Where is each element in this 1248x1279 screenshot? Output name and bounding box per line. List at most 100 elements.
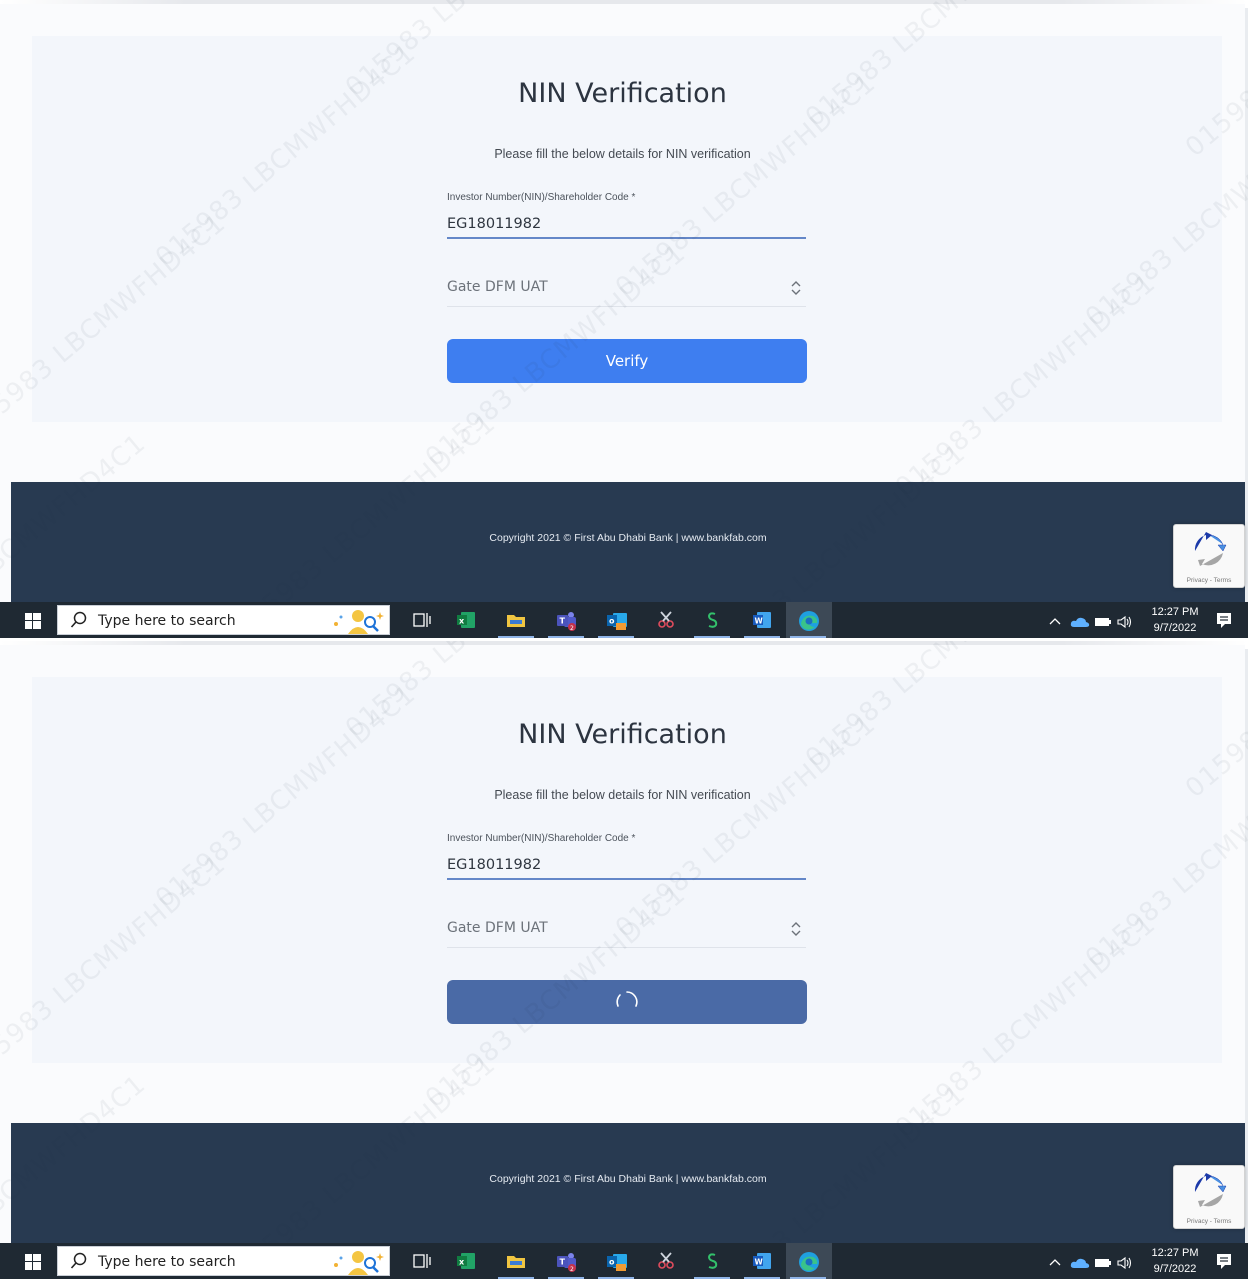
- outlook-icon: o: [607, 613, 627, 630]
- svg-text:o: o: [609, 617, 615, 626]
- taskbar-clock[interactable]: 12:27 PM 9/7/2022: [1144, 604, 1206, 636]
- word-icon: W: [753, 1253, 771, 1269]
- svg-text:T: T: [560, 617, 566, 626]
- copyright-text: Copyright 2021 © First Abu Dhabi Bank | …: [489, 1173, 767, 1185]
- chevron-up-icon[interactable]: [1048, 1256, 1062, 1270]
- search-placeholder: Type here to search: [98, 613, 236, 629]
- svg-text:W: W: [755, 617, 764, 626]
- file-explorer-button[interactable]: [494, 602, 538, 638]
- sigma-app-button[interactable]: [690, 1243, 734, 1279]
- volume-icon[interactable]: [1116, 1256, 1134, 1270]
- app-screenshot-1: NIN Verification Please fill the below d…: [0, 0, 1248, 638]
- outlook-app-button[interactable]: o: [594, 602, 638, 638]
- excel-icon: x: [457, 612, 475, 628]
- recaptcha-icon: [1194, 532, 1227, 566]
- snipping-tool-button[interactable]: [644, 1243, 688, 1279]
- teams-icon: T 2: [557, 1253, 576, 1273]
- onedrive-icon[interactable]: [1070, 615, 1090, 629]
- snipping-tool-button[interactable]: [644, 602, 688, 638]
- edge-app-button[interactable]: [786, 1243, 832, 1279]
- verify-button-label: Verify: [605, 352, 649, 370]
- sigma-app-icon: [707, 1253, 718, 1269]
- edge-app-button[interactable]: [786, 602, 832, 638]
- excel-icon: x: [457, 1253, 475, 1269]
- word-app-button[interactable]: W: [740, 1243, 784, 1279]
- nin-input[interactable]: [447, 211, 806, 237]
- gateway-select-underline: [447, 306, 806, 307]
- chevron-up-down-icon: [791, 922, 801, 936]
- task-view-icon: [413, 1254, 431, 1268]
- clock-time: 12:27 PM: [1151, 606, 1199, 618]
- svg-text:W: W: [755, 1258, 764, 1267]
- teams-app-button[interactable]: T 2: [544, 602, 588, 638]
- verify-button[interactable]: [447, 980, 807, 1024]
- running-indicator: [744, 636, 780, 638]
- word-icon: W: [753, 612, 771, 628]
- start-button[interactable]: [0, 602, 50, 638]
- windows-logo-icon: [25, 613, 41, 629]
- system-tray: [1046, 612, 1138, 630]
- word-app-button[interactable]: W: [740, 602, 784, 638]
- battery-icon[interactable]: [1094, 615, 1112, 629]
- clock-time: 12:27 PM: [1151, 1247, 1199, 1259]
- gateway-select-value: Gate DFM UAT: [447, 279, 548, 295]
- start-button[interactable]: [0, 1243, 50, 1279]
- gateway-select[interactable]: Gate DFM UAT: [447, 275, 806, 307]
- task-view-button[interactable]: [400, 602, 444, 638]
- gateway-select-value: Gate DFM UAT: [447, 920, 548, 936]
- svg-text:x: x: [459, 617, 465, 626]
- page-footer: Copyright 2021 © First Abu Dhabi Bank | …: [11, 1123, 1245, 1247]
- loading-spinner-icon: [616, 991, 638, 1007]
- file-explorer-icon: [507, 615, 525, 627]
- nin-field-label: Investor Number(NIN)/Shareholder Code *: [447, 833, 636, 844]
- volume-icon[interactable]: [1116, 615, 1134, 629]
- copyright-text: Copyright 2021 © First Abu Dhabi Bank | …: [489, 532, 767, 544]
- svg-text:2: 2: [570, 625, 574, 632]
- gateway-select-underline: [447, 947, 806, 948]
- snipping-icon: [658, 1252, 674, 1269]
- page-body: NIN Verification Please fill the below d…: [0, 4, 1248, 606]
- running-indicator: [498, 636, 534, 638]
- file-explorer-button[interactable]: [494, 1243, 538, 1279]
- gateway-select[interactable]: Gate DFM UAT: [447, 916, 806, 948]
- nin-input[interactable]: [447, 852, 806, 878]
- search-icon: [70, 1252, 87, 1269]
- windows-logo-icon: [25, 1254, 41, 1270]
- verify-button[interactable]: Verify: [447, 339, 807, 383]
- recaptcha-badge[interactable]: Privacy - Terms: [1173, 524, 1245, 588]
- nin-input-underline: [447, 878, 806, 880]
- chevron-up-down-icon: [791, 281, 801, 295]
- sigma-app-button[interactable]: [690, 602, 734, 638]
- edge-icon: [799, 1252, 819, 1272]
- outlook-app-button[interactable]: o: [594, 1243, 638, 1279]
- task-view-button[interactable]: [400, 1243, 444, 1279]
- running-indicator: [598, 636, 634, 638]
- windows-taskbar: Type here to search x T 2 o W 12:27 PM 9…: [0, 602, 1248, 638]
- onedrive-icon[interactable]: [1070, 1256, 1090, 1270]
- taskbar-search-box[interactable]: Type here to search: [57, 605, 390, 635]
- recaptcha-icon: [1194, 1173, 1227, 1207]
- teams-app-button[interactable]: T 2: [544, 1243, 588, 1279]
- excel-app-button[interactable]: x: [444, 1243, 488, 1279]
- task-view-icon: [413, 613, 431, 627]
- taskbar-search-box[interactable]: Type here to search: [57, 1246, 390, 1276]
- notification-icon[interactable]: [1214, 1251, 1234, 1271]
- taskbar-clock[interactable]: 12:27 PM 9/7/2022: [1144, 1245, 1206, 1277]
- teams-icon: T 2: [557, 612, 576, 632]
- page-subtitle: Please fill the below details for NIN ve…: [494, 147, 751, 161]
- outlook-icon: o: [607, 1254, 627, 1271]
- recaptcha-badge[interactable]: Privacy - Terms: [1173, 1165, 1245, 1229]
- battery-icon[interactable]: [1094, 1256, 1112, 1270]
- chevron-up-icon[interactable]: [1048, 615, 1062, 629]
- recaptcha-privacy-terms[interactable]: Privacy - Terms: [1174, 577, 1244, 584]
- svg-text:o: o: [609, 1258, 615, 1267]
- page-subtitle: Please fill the below details for NIN ve…: [494, 788, 751, 802]
- clock-date: 9/7/2022: [1153, 622, 1197, 634]
- clock-date: 9/7/2022: [1153, 1263, 1197, 1275]
- excel-app-button[interactable]: x: [444, 602, 488, 638]
- snipping-icon: [658, 611, 674, 628]
- nin-field-label: Investor Number(NIN)/Shareholder Code *: [447, 192, 636, 203]
- recaptcha-privacy-terms[interactable]: Privacy - Terms: [1174, 1218, 1244, 1225]
- running-indicator: [694, 636, 730, 638]
- notification-icon[interactable]: [1214, 610, 1234, 630]
